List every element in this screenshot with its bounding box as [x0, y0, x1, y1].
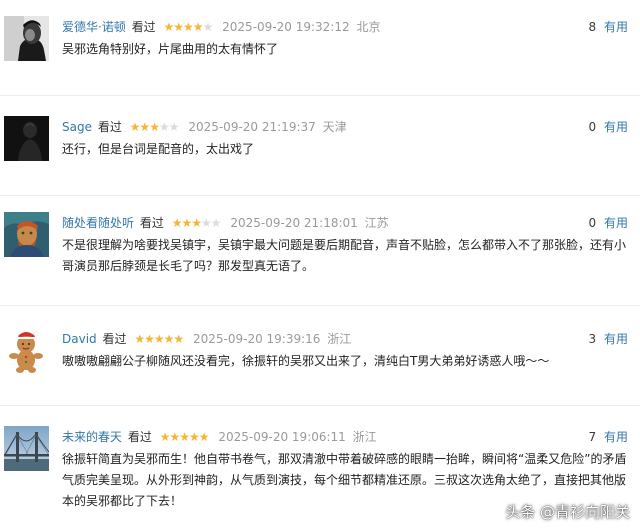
vote-count: 3 — [588, 332, 597, 346]
comment-text: 吴邪选角特别好，片尾曲用的太有情怀了 — [62, 42, 279, 56]
rating-stars: ★★★★★ — [159, 430, 210, 444]
star-filled-icon: ★ — [163, 332, 175, 346]
comment-location: 浙江 — [327, 332, 352, 346]
avatar[interactable] — [4, 16, 49, 61]
watched-label: 看过 — [131, 20, 156, 34]
useful-button[interactable]: 有用 — [604, 20, 628, 34]
comment-text: 嗷嗷嗷翩翩公子柳随风还没看完，徐振轩的吴邪又出来了，清纯白T男大弟弟好诱惑人哦～… — [62, 354, 550, 368]
watched-label: 看过 — [97, 120, 122, 134]
watched-label: 看过 — [139, 216, 164, 230]
vote-area: 8 有用 — [589, 18, 628, 36]
comment-meta: 未来的春天 看过 ★★★★★ 2025-09-20 19:06:11 浙江 — [62, 428, 377, 446]
vote-area: 3 有用 — [589, 330, 628, 348]
username-link[interactable]: 随处看随处听 — [62, 216, 134, 230]
star-filled-icon: ★ — [153, 332, 165, 346]
avatar[interactable] — [4, 426, 49, 471]
username-link[interactable]: David — [62, 332, 97, 346]
comment-meta: David 看过 ★★★★★ 2025-09-20 19:39:16 浙江 — [62, 330, 351, 348]
star-filled-icon: ★ — [191, 216, 202, 230]
comment-meta: 爱德华·诺顿 看过 ★★★★★ 2025-09-20 19:32:12 北京 — [62, 18, 380, 36]
comment-location: 江苏 — [364, 216, 389, 230]
useful-button[interactable]: 有用 — [604, 120, 628, 134]
star-filled-icon: ★ — [129, 120, 141, 134]
star-filled-icon: ★ — [169, 430, 180, 444]
comment-text: 还行，但是台词是配音的，太出戏了 — [62, 142, 255, 156]
avatar[interactable] — [4, 116, 49, 161]
star-filled-icon: ★ — [188, 430, 200, 444]
star-empty-icon: ★ — [202, 20, 214, 34]
star-filled-icon: ★ — [179, 430, 190, 444]
comment-meta: Sage 看过 ★★★★★ 2025-09-20 21:19:37 天津 — [62, 118, 347, 136]
comment-time: 2025-09-20 21:18:01 — [230, 216, 358, 230]
vote-count: 0 — [588, 120, 597, 134]
username-link[interactable]: Sage — [62, 120, 92, 134]
star-filled-icon: ★ — [181, 216, 192, 230]
username-link[interactable]: 未来的春天 — [62, 430, 122, 444]
avatar[interactable] — [4, 212, 49, 257]
watched-label: 看过 — [102, 332, 127, 346]
comment-location: 天津 — [322, 120, 347, 134]
star-empty-icon: ★ — [168, 120, 180, 134]
vote-count: 7 — [588, 430, 597, 444]
vote-count: 8 — [588, 20, 597, 34]
comment-time: 2025-09-20 19:32:12 — [222, 20, 350, 34]
rating-stars: ★★★★★ — [134, 332, 184, 346]
username-link[interactable]: 爱德华·诺顿 — [62, 20, 126, 34]
star-filled-icon: ★ — [173, 332, 184, 346]
star-empty-icon: ★ — [158, 120, 170, 134]
divider — [0, 405, 640, 406]
star-filled-icon: ★ — [139, 120, 150, 134]
useful-button[interactable]: 有用 — [604, 332, 628, 346]
star-filled-icon: ★ — [163, 20, 175, 34]
avatar[interactable] — [4, 328, 49, 373]
star-filled-icon: ★ — [171, 216, 183, 230]
star-empty-icon: ★ — [200, 216, 212, 230]
watermark: 头条 @青衫向阳关 — [505, 503, 630, 521]
rating-stars: ★★★★★ — [129, 120, 180, 134]
star-filled-icon: ★ — [173, 20, 184, 34]
star-filled-icon: ★ — [144, 332, 155, 346]
star-filled-icon: ★ — [149, 120, 160, 134]
divider — [0, 95, 640, 96]
watched-label: 看过 — [127, 430, 152, 444]
vote-area: 0 有用 — [589, 118, 628, 136]
useful-button[interactable]: 有用 — [604, 216, 628, 230]
comment-location: 浙江 — [352, 430, 377, 444]
star-filled-icon: ★ — [198, 430, 210, 444]
divider — [0, 305, 640, 306]
star-filled-icon: ★ — [183, 20, 194, 34]
rating-stars: ★★★★★ — [163, 20, 214, 34]
rating-stars: ★★★★★ — [171, 216, 222, 230]
comment-time: 2025-09-20 21:19:37 — [188, 120, 316, 134]
comment-time: 2025-09-20 19:06:11 — [218, 430, 346, 444]
star-filled-icon: ★ — [159, 430, 171, 444]
comment-meta: 随处看随处听 看过 ★★★★★ 2025-09-20 21:18:01 江苏 — [62, 214, 389, 232]
star-filled-icon: ★ — [192, 20, 204, 34]
comment-location: 北京 — [356, 20, 381, 34]
vote-count: 0 — [588, 216, 597, 230]
comment-text: 不是很理解为啥要找吴镇宇，吴镇宇最大问题是要后期配音，声音不贴脸，怎么都带入不了… — [62, 238, 627, 273]
divider — [0, 195, 640, 196]
star-filled-icon: ★ — [134, 332, 145, 346]
comment-time: 2025-09-20 19:39:16 — [192, 332, 321, 346]
useful-button[interactable]: 有用 — [604, 430, 628, 444]
vote-area: 7 有用 — [589, 428, 628, 446]
vote-area: 0 有用 — [589, 214, 628, 232]
star-empty-icon: ★ — [210, 216, 222, 230]
